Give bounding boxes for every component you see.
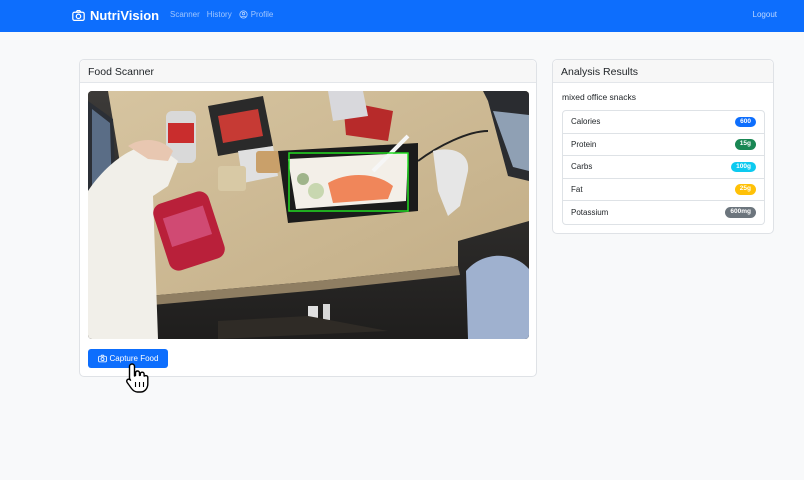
scanner-card-title: Food Scanner (80, 60, 536, 83)
hand-cursor-icon (126, 363, 149, 393)
camera-feed-image (88, 91, 529, 339)
nutrient-badge: 100g (731, 161, 756, 172)
nutrient-row-carbs: Carbs 100g (563, 156, 764, 179)
results-card: Analysis Results mixed office snacks Cal… (552, 59, 774, 234)
nutrient-label: Fat (571, 184, 583, 194)
food-name: mixed office snacks (562, 92, 637, 102)
nutrient-label: Calories (571, 117, 601, 127)
nutrient-badge: 600 (735, 116, 756, 127)
nav-scanner[interactable]: Scanner (170, 10, 200, 19)
nutrient-label: Carbs (571, 162, 593, 172)
nutrient-label: Potassium (571, 207, 609, 217)
nutrient-list: Calories 600 Protein 15g Carbs 100g Fat … (562, 110, 765, 225)
brand-name: NutriVision (90, 8, 160, 23)
nav-scanner-label: Scanner (170, 10, 200, 19)
logout-link[interactable]: Logout (753, 10, 777, 19)
brand[interactable]: NutriVision (72, 8, 159, 23)
camera-view (88, 91, 529, 339)
nutrient-badge: 25g (734, 184, 756, 195)
camera-icon (97, 354, 107, 363)
nutrient-label: Protein (571, 139, 597, 149)
nav-profile[interactable]: Profile (239, 10, 274, 19)
nav-links: Scanner History Profile (170, 10, 273, 19)
nutrient-row-fat: Fat 25g (563, 179, 764, 201)
nutrient-row-calories: Calories 600 (563, 111, 764, 134)
results-card-title: Analysis Results (553, 60, 773, 83)
user-circle-icon (239, 10, 248, 19)
nav-profile-label: Profile (250, 10, 274, 19)
nav-history[interactable]: History (207, 10, 232, 19)
nutrient-badge: 15g (734, 139, 756, 150)
navbar: NutriVision Scanner History Profile Logo… (0, 0, 804, 32)
nutrient-badge: 600mg (725, 207, 756, 218)
nutrient-row-potassium: Potassium 600mg (563, 201, 764, 224)
nutrient-row-protein: Protein 15g (563, 134, 764, 156)
scanner-card: Food Scanner Capture Food (79, 59, 537, 377)
camera-icon (72, 10, 85, 21)
nav-history-label: History (206, 10, 232, 19)
